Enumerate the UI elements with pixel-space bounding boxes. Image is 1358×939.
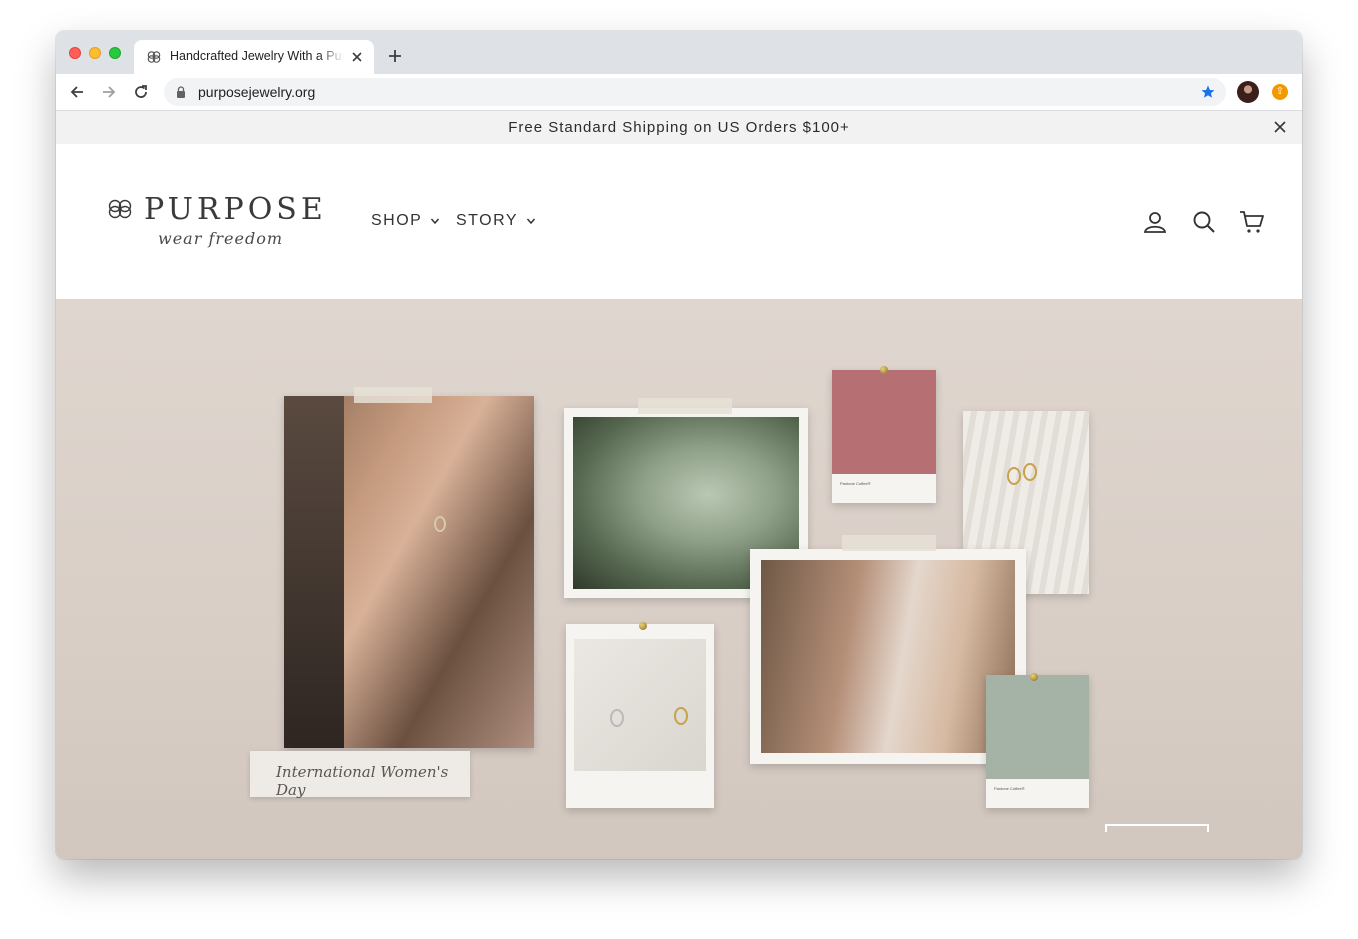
nav-item-label: SHOP bbox=[371, 212, 423, 229]
maximize-window-button[interactable] bbox=[109, 47, 121, 59]
chevron-down-icon bbox=[431, 218, 440, 224]
pendant-detail bbox=[674, 707, 688, 725]
pin bbox=[1030, 673, 1038, 681]
address-bar[interactable]: purposejewelry.org bbox=[164, 78, 1226, 106]
logo-tagline: wear freedom bbox=[158, 229, 283, 248]
earring-detail bbox=[1023, 463, 1037, 481]
tape-strip bbox=[354, 387, 432, 403]
caption-text: International Women's Day bbox=[276, 763, 449, 799]
tab-title: Handcrafted Jewelry With a Purpose bbox=[170, 49, 344, 63]
swatch-color bbox=[832, 370, 936, 474]
close-window-button[interactable] bbox=[69, 47, 81, 59]
forward-arrow-icon[interactable] bbox=[100, 83, 118, 101]
rose-color-swatch: Pantone Coffee® bbox=[832, 370, 936, 503]
tape-strip bbox=[638, 398, 732, 414]
tab-strip: Handcrafted Jewelry With a Purpose bbox=[56, 31, 1302, 74]
caption-card: International Women's Day bbox=[250, 751, 470, 799]
swatch-label: Pantone Coffee® bbox=[840, 481, 871, 486]
minimize-window-button[interactable] bbox=[89, 47, 101, 59]
cart-icon[interactable] bbox=[1239, 209, 1265, 235]
close-announcement-icon[interactable] bbox=[1274, 121, 1286, 133]
announcement-text: Free Standard Shipping on US Orders $100… bbox=[508, 119, 850, 136]
hero-corner-outline bbox=[1105, 824, 1209, 832]
account-icon[interactable] bbox=[1142, 209, 1168, 235]
close-tab-icon[interactable] bbox=[350, 50, 364, 64]
necklaces-polaroid bbox=[566, 624, 714, 808]
url-text: purposejewelry.org bbox=[198, 84, 316, 100]
nav-item-story[interactable]: STORY bbox=[456, 212, 536, 236]
new-tab-icon[interactable] bbox=[387, 48, 403, 64]
portrait-photo bbox=[284, 396, 534, 748]
back-arrow-icon[interactable] bbox=[68, 83, 86, 101]
extension-icon[interactable]: ⇧ bbox=[1272, 84, 1288, 100]
pin bbox=[639, 622, 647, 630]
search-icon[interactable] bbox=[1191, 209, 1217, 235]
site-header: PURPOSE wear freedom SHOP STORY bbox=[56, 144, 1302, 300]
browser-tab[interactable]: Handcrafted Jewelry With a Purpose bbox=[134, 40, 374, 74]
reload-icon[interactable] bbox=[132, 83, 150, 101]
tape-strip bbox=[842, 535, 936, 551]
earring-detail bbox=[1007, 467, 1021, 485]
logo-wordmark: PURPOSE bbox=[144, 192, 327, 227]
lock-icon bbox=[177, 86, 185, 98]
necklace-polaroid bbox=[750, 549, 1026, 764]
site-logo[interactable]: PURPOSE wear freedom bbox=[106, 192, 326, 252]
logo-mark-icon bbox=[108, 199, 132, 219]
pin bbox=[880, 366, 888, 374]
profile-avatar[interactable] bbox=[1237, 81, 1259, 103]
nav-item-shop[interactable]: SHOP bbox=[371, 212, 440, 236]
nav-item-label: STORY bbox=[456, 212, 519, 229]
swatch-label: Pantone Coffee® bbox=[994, 786, 1025, 791]
necklaces-photo bbox=[574, 639, 706, 771]
browser-window: Handcrafted Jewelry With a Purpose purpo… bbox=[56, 31, 1302, 859]
purpose-logo-icon bbox=[147, 51, 161, 63]
portrait-hair-shadow bbox=[284, 396, 344, 748]
hero-banner[interactable]: International Women's Day Pantone Coffee… bbox=[56, 299, 1302, 859]
sage-color-swatch: Pantone Coffee® bbox=[986, 675, 1089, 808]
browser-toolbar: purposejewelry.org ⇧ bbox=[56, 74, 1302, 111]
announcement-bar: Free Standard Shipping on US Orders $100… bbox=[56, 111, 1302, 144]
pendant-detail bbox=[610, 709, 624, 727]
bookmark-star-icon[interactable] bbox=[1200, 84, 1216, 100]
necklace-photo bbox=[761, 560, 1015, 753]
swatch-color bbox=[986, 675, 1089, 779]
earring-detail bbox=[434, 516, 446, 532]
chevron-down-icon bbox=[526, 218, 536, 224]
